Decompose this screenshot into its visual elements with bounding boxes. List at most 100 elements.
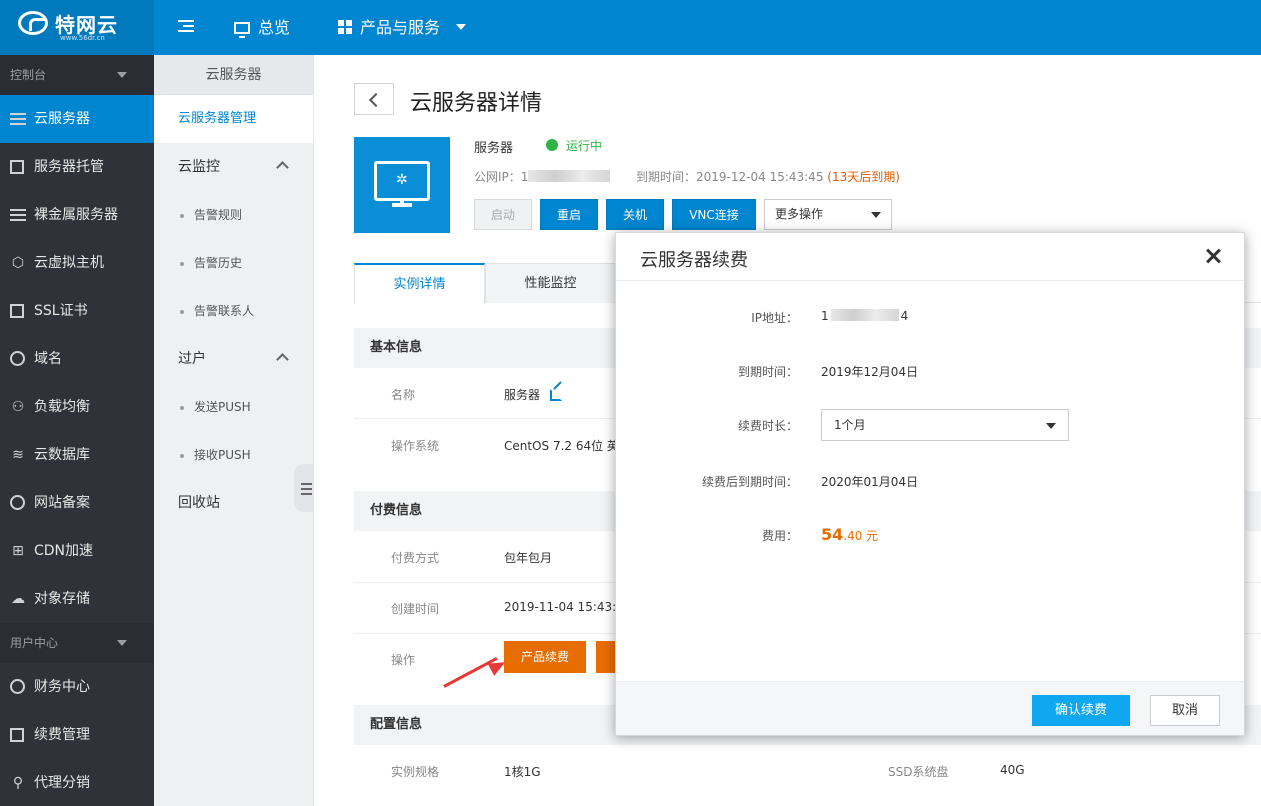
tab-performance[interactable]: 性能监控 <box>485 263 616 303</box>
fee-label: 费用： <box>761 529 798 543</box>
globe-icon <box>10 351 25 366</box>
sub-nav-alert-contacts[interactable]: 告警联系人 <box>154 287 313 335</box>
nav-products[interactable]: 产品与服务 <box>338 0 467 55</box>
page-title: 云服务器详情 <box>410 91 543 116</box>
sidebar-item-finance[interactable]: 财务中心 <box>0 663 154 711</box>
duration-label: 续费时长： <box>737 419 798 433</box>
sidebar-section-label: 用户中心 <box>10 636 59 650</box>
sidebar-item-virtual-host[interactable]: ⬡ 云虚拟主机 <box>0 239 154 287</box>
nav-overview[interactable]: 总览 <box>234 0 290 55</box>
restart-button[interactable]: 重启 <box>540 199 598 230</box>
name-label: 名称 <box>391 388 416 402</box>
sidebar-item-hosting[interactable]: 服务器托管 <box>0 143 154 191</box>
public-ip-text: 公网IP：1 <box>474 170 529 184</box>
chevron-up-icon <box>276 353 289 366</box>
balance-icon: ⚇ <box>11 399 25 415</box>
vnc-button[interactable]: VNC连接 <box>672 199 756 230</box>
sidebar-item-agent[interactable]: ⚲ 代理分销 <box>0 759 154 806</box>
confirm-renew-button[interactable]: 确认续费 <box>1032 695 1130 726</box>
sidebar-item-database[interactable]: ≋ 云数据库 <box>0 431 154 479</box>
dialog-footer: 确认续费 取消 <box>616 681 1244 735</box>
record-icon <box>10 495 25 510</box>
sub-nav-group-label: 云监控 <box>178 159 220 175</box>
sub-nav: 云服务器 云服务器管理 云监控 告警规则 告警历史 告警联系人 过户 发送PUS… <box>154 55 314 806</box>
redacted-ip <box>528 170 611 182</box>
edit-icon[interactable] <box>550 389 563 401</box>
close-icon[interactable] <box>1204 247 1222 265</box>
sidebar-item-label: 域名 <box>34 351 62 367</box>
more-actions-select[interactable]: 更多操作 <box>764 199 892 230</box>
expire-time: 到期时间：2019-12-04 15:43:45 (13天后到期) <box>636 168 900 185</box>
sidebar-item-cloud-server[interactable]: 云服务器 <box>0 95 154 143</box>
dialog-title: 云服务器续费 <box>640 250 748 271</box>
chevron-down-icon <box>117 72 127 78</box>
duration-select[interactable]: 1个月 <box>821 409 1069 441</box>
monitor-icon <box>374 161 430 201</box>
sidebar-item-ssl[interactable]: SSL证书 <box>0 287 154 335</box>
sub-nav-transfer[interactable]: 过户 <box>154 335 313 383</box>
dialog-header: 云服务器续费 <box>616 233 1244 281</box>
new-expire-value: 2020年01月04日 <box>821 475 919 489</box>
sidebar-item-icp[interactable]: 网站备案 <box>0 479 154 527</box>
chevron-down-icon <box>456 24 467 30</box>
server-name: 服务器 <box>474 141 514 156</box>
os-value: CentOS 7.2 64位 英 <box>504 439 619 453</box>
new-expire-label: 续费后到期时间： <box>701 475 798 489</box>
name-text: 服务器 <box>504 388 541 402</box>
sub-nav-alert-rules[interactable]: 告警规则 <box>154 191 313 239</box>
sub-nav-monitor[interactable]: 云监控 <box>154 143 313 191</box>
sidebar-section-label: 控制台 <box>10 68 47 82</box>
fee-integer: 54 <box>821 525 844 544</box>
rack-icon <box>10 160 24 174</box>
brand-logo[interactable]: 特网云 www.56dr.cn <box>0 0 154 55</box>
product-renew-button[interactable]: 产品续费 <box>504 641 586 673</box>
sidebar-item-label: 服务器托管 <box>34 159 104 175</box>
sidebar-item-label: SSL证书 <box>34 303 88 319</box>
sidebar-section-user[interactable]: 用户中心 <box>0 623 154 663</box>
public-ip: 公网IP：1 <box>474 168 611 185</box>
expire-value: 2019年12月04日 <box>821 365 919 379</box>
fee-decimal: .40 元 <box>843 529 879 543</box>
sub-nav-recycle[interactable]: 回收站 <box>154 479 313 527</box>
expire-time-text: 到期时间：2019-12-04 15:43:45 <box>636 170 824 184</box>
sidebar-item-bare-metal[interactable]: 裸金属服务器 <box>0 191 154 239</box>
sidebar-item-label: 续费管理 <box>34 727 90 743</box>
sidebar-item-label: 云服务器 <box>34 111 90 127</box>
os-label: 操作系统 <box>391 439 440 453</box>
billing-mode-label: 付费方式 <box>391 551 440 565</box>
ip-label: IP地址： <box>751 311 798 325</box>
sidebar-item-cdn[interactable]: ⊞ CDN加速 <box>0 527 154 575</box>
sidebar-item-label: 网站备案 <box>34 495 90 511</box>
sub-nav-group-label: 过户 <box>178 351 206 367</box>
operation-label: 操作 <box>391 653 416 667</box>
cancel-button[interactable]: 取消 <box>1150 695 1220 726</box>
sidebar-item-label: 云数据库 <box>34 447 90 463</box>
server-icon <box>10 209 26 221</box>
grid-icon <box>338 20 352 34</box>
sub-nav-server-manage[interactable]: 云服务器管理 <box>154 95 313 143</box>
server-thumbnail <box>354 137 450 233</box>
shutdown-button[interactable]: 关机 <box>606 199 664 230</box>
sub-nav-alert-history[interactable]: 告警历史 <box>154 239 313 287</box>
ip-value-end: 4 <box>900 309 909 323</box>
back-button[interactable] <box>354 83 394 115</box>
menu-toggle-icon[interactable] <box>178 18 194 32</box>
collapse-handle-icon[interactable] <box>294 464 314 512</box>
tab-instance-detail[interactable]: 实例详情 <box>354 263 485 304</box>
logo-mark-icon <box>18 11 48 35</box>
redacted-ip <box>830 309 899 321</box>
sub-nav-receive-push[interactable]: 接收PUSH <box>154 431 313 479</box>
sidebar-section-console[interactable]: 控制台 <box>0 55 154 95</box>
billing-mode-value: 包年包月 <box>504 551 553 565</box>
sidebar-item-domain[interactable]: 域名 <box>0 335 154 383</box>
upgrade-button[interactable] <box>596 641 616 673</box>
nav-products-label: 产品与服务 <box>360 18 441 37</box>
sidebar-item-load-balance[interactable]: ⚇ 负载均衡 <box>0 383 154 431</box>
sidebar: 控制台 云服务器 服务器托管 裸金属服务器 ⬡ 云虚拟主机 SSL证书 域名 ⚇ 负… <box>0 55 154 806</box>
sidebar-item-renew[interactable]: 续费管理 <box>0 711 154 759</box>
cube-icon: ⬡ <box>11 255 25 271</box>
sub-nav-send-push[interactable]: 发送PUSH <box>154 383 313 431</box>
sidebar-item-object-storage[interactable]: ☁ 对象存储 <box>0 575 154 623</box>
start-button[interactable]: 启动 <box>474 199 532 230</box>
list-icon <box>10 113 26 125</box>
